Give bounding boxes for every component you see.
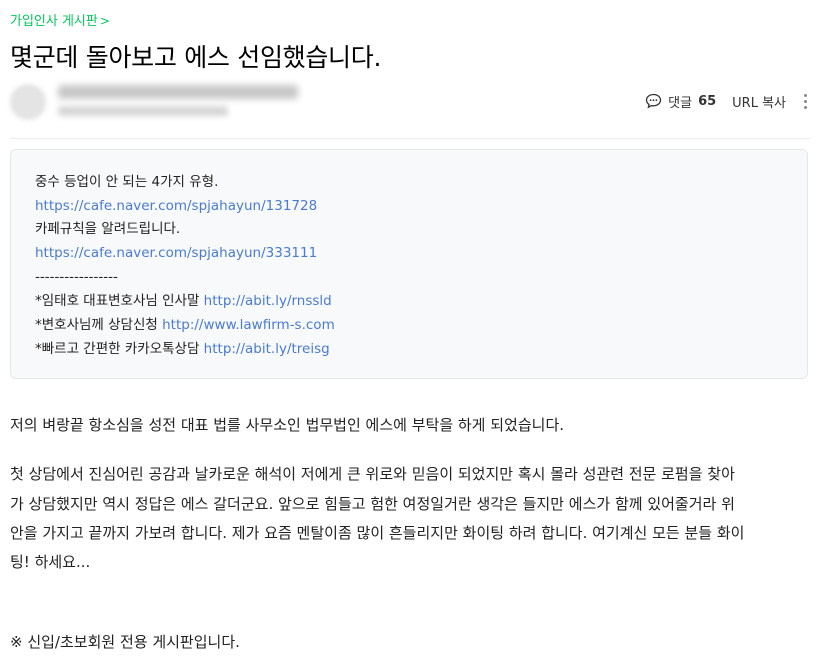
comment-count: 65	[698, 93, 717, 109]
url-copy-button[interactable]: URL 복사	[732, 92, 786, 111]
author-name-redacted	[58, 85, 298, 99]
more-vertical-icon[interactable]	[800, 93, 810, 109]
chevron-right-icon: >	[99, 14, 110, 28]
content-line: 첫 상담에서 진심어린 공감과 날카로운 해석이 저에게 큰 위로와 믿음이 되…	[10, 465, 735, 483]
article-tools: 댓글 65 URL 복사	[645, 89, 810, 113]
notice-item-kakao: *빠르고 간편한 카카오톡상담 http://abit.ly/treisg	[35, 340, 330, 358]
notice-line-2: 카페규칙을 알려드립니다.	[35, 221, 181, 237]
notice-item-text: *임태호 대표변호사님 인사말	[35, 293, 204, 309]
notice-link-1[interactable]: https://cafe.naver.com/spjahayun/131728	[35, 197, 317, 215]
content-line: 팅! 하세요...	[10, 553, 91, 571]
header-divider	[10, 138, 810, 139]
content-line: 안을 가지고 끝까지 가보려 합니다. 제가 요즘 멘탈이좀 많이 흔들리지만 …	[10, 524, 745, 542]
notice-item-consult: *변호사님께 상담신청 http://www.lawfirm-s.com	[35, 316, 335, 334]
post-meta-redacted	[58, 106, 228, 116]
footer-note: ※ 신입/초보회원 전용 게시판입니다.	[10, 633, 240, 651]
notice-item-greeting: *임태호 대표변호사님 인사말 http://abit.ly/rnssld	[35, 292, 332, 310]
lawfirm-link[interactable]: http://www.lawfirm-s.com	[162, 317, 335, 333]
post-title: 몇군데 돌아보고 에스 선임했습니다.	[10, 43, 382, 72]
notice-line-1: 중수 등업이 안 되는 4가지 유형.	[35, 174, 219, 190]
comment-button[interactable]: 댓글 65	[645, 92, 716, 111]
board-name-link[interactable]: 가입인사 게시판 >	[10, 10, 110, 29]
content-line: 가 상담했지만 역시 정답은 에스 갈더군요. 앞으로 힘들고 험한 여정일거란…	[10, 495, 735, 513]
article-page: 가입인사 게시판 > 몇군데 돌아보고 에스 선임했습니다. 댓글 65 URL …	[0, 0, 832, 669]
notice-link-2[interactable]: https://cafe.naver.com/spjahayun/333111	[35, 244, 317, 262]
content-paragraph-1: 저의 벼랑끝 항소심을 성전 대표 법를 사무소인 법무법인 에스에 부탁을 하…	[10, 416, 565, 434]
comment-label: 댓글	[668, 95, 693, 111]
notice-item-text: *변호사님께 상담신청	[35, 317, 163, 333]
kakao-link[interactable]: http://abit.ly/treisg	[204, 341, 330, 357]
notice-separator: -----------------	[35, 269, 118, 285]
greeting-link[interactable]: http://abit.ly/rnssld	[204, 293, 332, 309]
author-info: 댓글 65 URL 복사	[10, 82, 810, 122]
comment-bubble-icon	[645, 93, 662, 109]
author-avatar[interactable]	[10, 84, 46, 120]
board-name: 가입인사 게시판	[10, 14, 98, 29]
notice-item-text: *빠르고 간편한 카카오톡상담	[35, 341, 204, 357]
notice-box: 중수 등업이 안 되는 4가지 유형. https://cafe.naver.c…	[10, 149, 808, 379]
